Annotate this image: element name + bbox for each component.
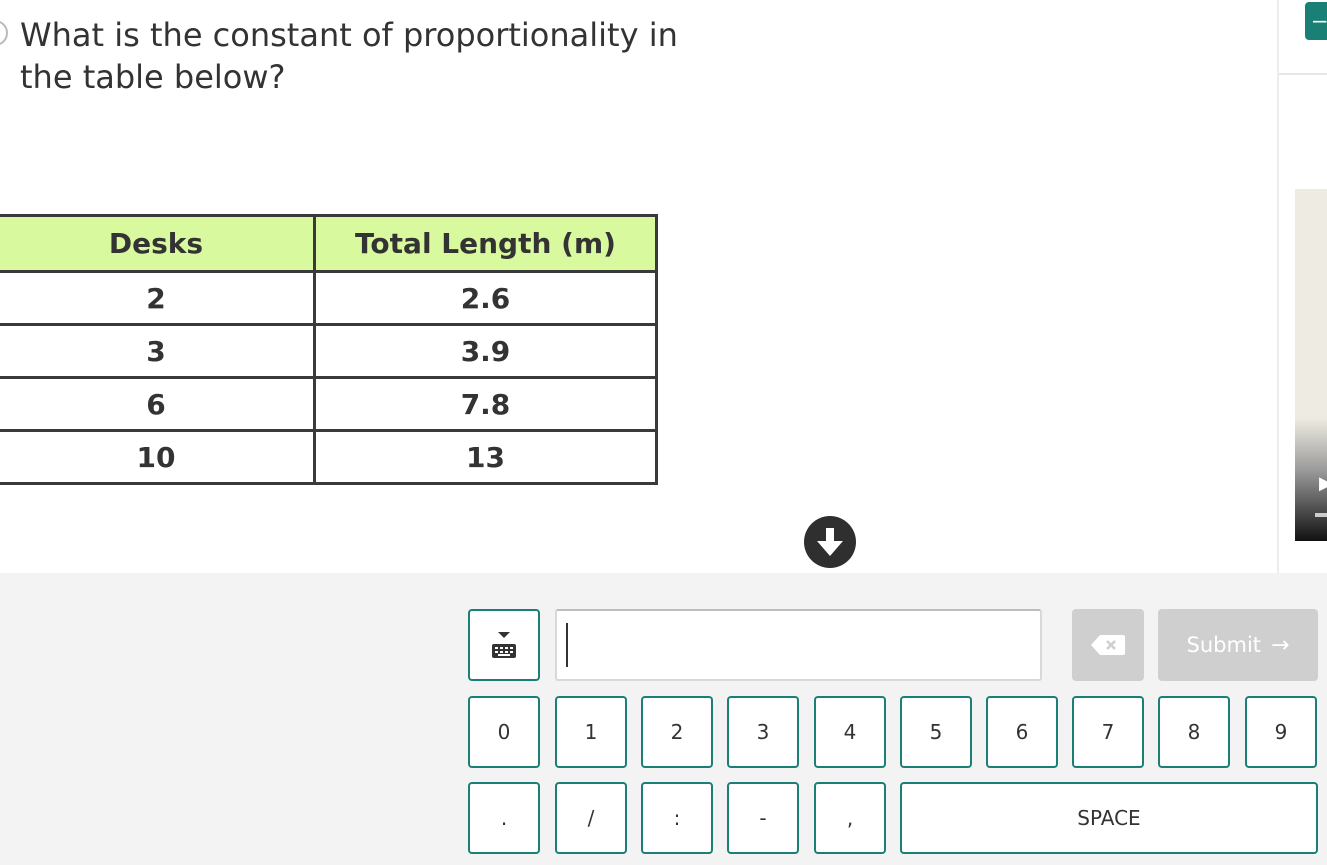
cell-length: 3.9 (313, 323, 658, 379)
key-space[interactable]: SPACE (900, 782, 1318, 854)
video-progress-bar (1315, 513, 1327, 517)
keyboard-toggle-button[interactable] (468, 609, 540, 681)
cell-length: 13 (313, 429, 658, 485)
question-line-1: What is the constant of proportionality … (20, 16, 678, 54)
key-9[interactable]: 9 (1245, 696, 1317, 768)
table-row: 2 2.6 (0, 270, 658, 326)
table-header-row: Desks Total Length (m) (0, 214, 658, 273)
key-slash[interactable]: / (555, 782, 627, 854)
keypad-area: Submit → 0 1 2 3 4 5 6 7 8 9 . / : - , S… (0, 573, 1327, 865)
backspace-icon (1091, 635, 1125, 655)
panel-divider (1279, 73, 1327, 75)
side-panel: – ▶ (1277, 0, 1327, 573)
cell-length: 7.8 (313, 376, 658, 432)
arrow-right-icon: → (1271, 632, 1290, 658)
cell-desks: 6 (0, 376, 316, 432)
key-colon[interactable]: : (641, 782, 713, 854)
keyboard-icon (492, 632, 516, 658)
proportionality-table: Desks Total Length (m) 2 2.6 3 3.9 6 7.8… (0, 214, 658, 485)
key-7[interactable]: 7 (1072, 696, 1144, 768)
table-row: 6 7.8 (0, 376, 658, 432)
key-minus[interactable]: - (727, 782, 799, 854)
answer-input[interactable] (555, 609, 1042, 681)
arrow-down-circle-icon[interactable] (804, 516, 856, 568)
question-text: What is the constant of proportionality … (20, 14, 720, 98)
cell-length: 2.6 (313, 270, 658, 326)
text-caret (566, 623, 568, 667)
key-2[interactable]: 2 (641, 696, 713, 768)
cell-desks: 3 (0, 323, 316, 379)
key-6[interactable]: 6 (986, 696, 1058, 768)
submit-button[interactable]: Submit → (1158, 609, 1318, 681)
backspace-button[interactable] (1072, 609, 1144, 681)
cell-desks: 2 (0, 270, 316, 326)
key-3[interactable]: 3 (727, 696, 799, 768)
table-row: 10 13 (0, 429, 658, 485)
key-period[interactable]: . (468, 782, 540, 854)
question-radio (0, 20, 8, 46)
key-8[interactable]: 8 (1158, 696, 1230, 768)
key-4[interactable]: 4 (814, 696, 886, 768)
question-line-2: the table below? (20, 58, 286, 96)
key-5[interactable]: 5 (900, 696, 972, 768)
play-icon: ▶ (1319, 473, 1327, 493)
submit-label: Submit (1186, 633, 1262, 657)
cell-desks: 10 (0, 429, 316, 485)
key-comma[interactable]: , (814, 782, 886, 854)
header-desks: Desks (0, 214, 316, 273)
key-0[interactable]: 0 (468, 696, 540, 768)
panel-toggle-button[interactable]: – (1305, 2, 1327, 40)
header-total-length: Total Length (m) (313, 214, 658, 273)
video-thumbnail[interactable]: ▶ (1295, 189, 1327, 541)
table-row: 3 3.9 (0, 323, 658, 379)
key-1[interactable]: 1 (555, 696, 627, 768)
